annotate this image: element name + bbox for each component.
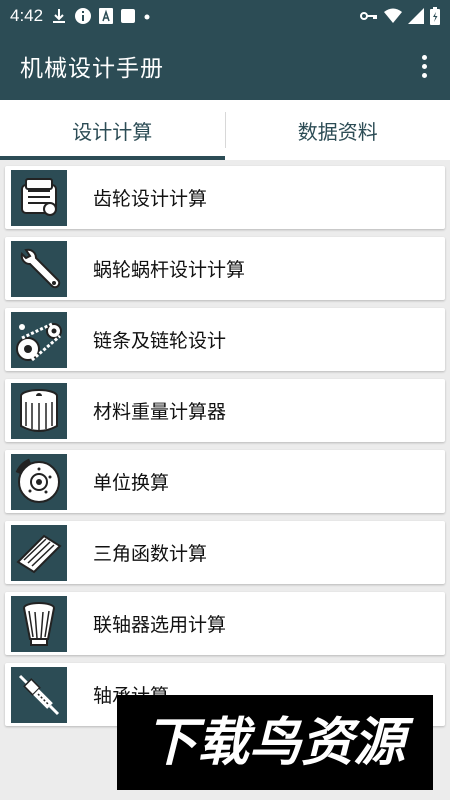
list-item-label: 材料重量计算器 [93, 401, 227, 423]
app-bar: 机械设计手册 [0, 32, 450, 100]
watermark-logo: 下载鸟资源 [117, 695, 433, 790]
wifi-icon [384, 8, 402, 24]
download-icon [51, 8, 67, 24]
calculator-list: 齿轮设计计算 蜗轮蜗杆设计计算 链条及链轮设计 材料重量计算器 单位换算 三角函… [0, 160, 450, 726]
list-item-label: 单位换算 [93, 472, 170, 494]
tab-design-calculation[interactable]: 设计计算 [0, 100, 225, 160]
list-item-label: 蜗轮蜗杆设计计算 [93, 259, 246, 281]
list-item-label: 链条及链轮设计 [93, 330, 227, 352]
oil-filter-icon [11, 382, 67, 439]
app-a-icon [99, 8, 114, 24]
brake-disc-icon [11, 453, 67, 510]
list-item-label: 三角函数计算 [93, 543, 208, 565]
engine-icon [11, 169, 67, 226]
app-title: 机械设计手册 [20, 56, 164, 82]
dot-icon [143, 8, 151, 24]
spark-plug-icon [11, 666, 67, 723]
list-item-unit-conversion[interactable]: 单位换算 [5, 450, 445, 513]
list-item-material-weight[interactable]: 材料重量计算器 [5, 379, 445, 442]
info-icon [74, 7, 92, 25]
status-time: 4:42 [10, 6, 44, 25]
wrench-icon [11, 240, 67, 297]
list-item-gear[interactable]: 齿轮设计计算 [5, 166, 445, 229]
status-bar: 4:42 [0, 0, 450, 32]
list-item-coupling[interactable]: 联轴器选用计算 [5, 592, 445, 655]
list-item-chain[interactable]: 链条及链轮设计 [5, 308, 445, 371]
list-item-label: 联轴器选用计算 [93, 614, 227, 636]
air-filter-icon [11, 524, 67, 581]
tab-label: 数据资料 [297, 119, 378, 144]
square-icon [120, 8, 136, 24]
battery-icon [430, 7, 440, 25]
chain-icon [11, 311, 67, 368]
list-item-worm-gear[interactable]: 蜗轮蜗杆设计计算 [5, 237, 445, 300]
list-item-trig[interactable]: 三角函数计算 [5, 521, 445, 584]
tab-bar: 设计计算 数据资料 [0, 100, 450, 160]
overflow-menu-icon[interactable] [418, 54, 430, 78]
key-icon [360, 10, 378, 22]
tab-label: 设计计算 [72, 119, 153, 144]
svg-text:下载鸟资源: 下载鸟资源 [145, 713, 414, 773]
list-item-label: 齿轮设计计算 [93, 188, 208, 210]
cone-filter-icon [11, 595, 67, 652]
tab-data-reference[interactable]: 数据资料 [226, 100, 450, 160]
signal-icon [408, 8, 424, 24]
